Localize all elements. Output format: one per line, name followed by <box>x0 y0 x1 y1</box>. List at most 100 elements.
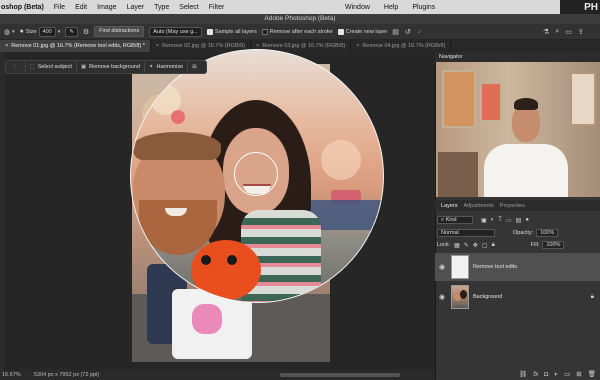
drag-handle-icon[interactable]: ⋮ <box>8 62 26 72</box>
opacity-input[interactable]: 100% <box>536 229 559 237</box>
filter-toggle-icon[interactable]: ● <box>525 217 529 223</box>
visibility-eye-icon[interactable]: ◉ <box>435 263 449 271</box>
remove-after-stroke-checkbox[interactable] <box>261 28 268 35</box>
more-options-icon[interactable]: ⊞ <box>188 62 204 72</box>
close-icon[interactable]: × <box>5 43 8 49</box>
tab-label: Remove 03.jpg @ 16.7% (RGB/8) <box>262 43 346 49</box>
horizontal-scrollbar[interactable] <box>280 373 400 377</box>
menu-bar: oshop (Beta) File Edit Image Layer Type … <box>0 0 600 14</box>
tab-label: Remove 02.jpg @ 16.7% (RGB/8) <box>162 43 246 49</box>
tool-preset-chevron-icon[interactable]: ▾ <box>12 29 15 35</box>
harmonize-label: Harmonize <box>156 64 184 70</box>
lock-image-icon[interactable]: ✎ <box>464 242 469 249</box>
link-layers-icon[interactable]: ⛓ <box>519 370 527 378</box>
create-new-layer-label: Create new layer <box>345 28 388 35</box>
layer-row-remove-tool-edits[interactable]: ◉ Remove tool edits <box>435 253 600 281</box>
lock-artboard-icon[interactable]: ▢ <box>482 242 488 249</box>
blend-mode-select[interactable]: Normal <box>437 229 495 237</box>
visibility-eye-icon[interactable]: ◉ <box>435 293 449 301</box>
filter-adjustment-icon[interactable]: ◐ <box>491 217 495 223</box>
close-icon[interactable]: × <box>356 43 359 49</box>
zoom-level[interactable]: 16.67% <box>0 372 30 378</box>
lock-label: Lock: <box>437 242 451 248</box>
menu-filter[interactable]: Filter <box>209 4 225 11</box>
flask-icon[interactable]: ⚗ <box>543 28 549 36</box>
navigator-tab[interactable]: Navigator <box>439 52 463 62</box>
lock-position-icon[interactable]: ✥ <box>473 242 478 249</box>
harmonize-button[interactable]: ✦ Harmonize <box>145 62 189 72</box>
fx-icon[interactable]: fx <box>533 371 538 378</box>
search-icon[interactable]: ⌕ <box>555 28 559 36</box>
tab-layers[interactable]: Layers <box>441 203 458 209</box>
new-group-icon[interactable]: ▭ <box>564 370 570 378</box>
menu-edit[interactable]: Edit <box>75 4 87 11</box>
layer-thumbnail <box>451 255 469 279</box>
filter-pixel-icon[interactable]: ▣ <box>481 217 487 224</box>
eraser-tool-icon[interactable]: ◍ <box>4 28 10 36</box>
fill-input[interactable]: 100% <box>542 241 565 249</box>
filter-type-icon[interactable]: T <box>498 217 502 223</box>
size-input[interactable]: 400 <box>38 26 56 37</box>
menu-window[interactable]: Window <box>345 4 370 11</box>
filter-shape-icon[interactable]: ▭ <box>506 217 512 224</box>
app-menu[interactable]: oshop (Beta) <box>0 4 44 11</box>
layer-name: Background <box>473 294 503 300</box>
opacity-label: Opacity: <box>513 230 534 236</box>
tools-strip <box>0 52 5 370</box>
select-subject-button[interactable]: ⬚ Select subject <box>26 62 77 72</box>
tab-adjustments[interactable]: Adjustments <box>464 203 494 209</box>
remove-background-label: Remove background <box>89 64 140 70</box>
brush-settings-button[interactable]: ✎ <box>65 26 78 37</box>
trash-icon[interactable]: 🗑︎ <box>588 370 596 378</box>
select-subject-label: Select subject <box>37 64 72 70</box>
menu-file[interactable]: File <box>54 4 65 11</box>
add-mask-icon[interactable]: ◘ <box>544 371 548 378</box>
layer-filter-select[interactable]: ⌕ Kind <box>437 216 473 224</box>
fill-label: Fill: <box>530 242 540 248</box>
menu-plugins[interactable]: Plugins <box>412 4 435 11</box>
harmonize-icon: ✦ <box>148 64 154 70</box>
navigator-preview[interactable] <box>436 62 600 197</box>
workspace-icon[interactable]: ▭ <box>565 28 572 36</box>
options-bar: ◍ ▾ ● Size 400 ▾ ✎ ⚙ Find distractions A… <box>0 24 600 40</box>
layer-name: Remove tool edits <box>473 264 518 270</box>
find-distractions-button[interactable]: Find distractions <box>94 26 145 37</box>
gear-icon[interactable]: ⚙ <box>83 28 89 36</box>
menu-select[interactable]: Select <box>179 4 198 11</box>
select-subject-icon: ⬚ <box>29 64 35 70</box>
lock-transparent-icon[interactable]: ▦ <box>454 242 460 249</box>
commit-check-icon[interactable]: ✓ <box>417 28 423 36</box>
filter-smart-object-icon[interactable]: ▤ <box>516 217 522 224</box>
layer-row-background[interactable]: ◉ Background 🔒︎ <box>435 283 600 311</box>
menu-type[interactable]: Type <box>154 4 169 11</box>
document-dimensions[interactable]: 5304 px x 7952 px (72 ppi) <box>30 372 99 378</box>
lock-fill-row: Lock: ▦ ✎ ✥ ▢ 🔒︎ Fill: 100% <box>437 240 598 250</box>
size-label: Size <box>25 28 37 35</box>
menu-help[interactable]: Help <box>384 4 398 11</box>
menu-image[interactable]: Image <box>97 4 116 11</box>
mode-select[interactable]: Auto (May use g... <box>149 26 202 37</box>
sample-all-layers-label: Sample all layers <box>214 28 257 35</box>
new-layer-icon[interactable]: ⊞ <box>576 370 581 378</box>
lock-icon[interactable]: 🔒︎ <box>591 294 594 301</box>
create-new-layer-checkbox[interactable] <box>337 28 344 35</box>
sample-all-layers-checkbox[interactable] <box>206 28 213 35</box>
share-icon[interactable]: ⇪ <box>578 28 584 36</box>
undo-icon[interactable]: ↺ <box>405 28 411 36</box>
new-adjustment-icon[interactable]: ◐ <box>554 371 558 378</box>
close-icon[interactable]: × <box>156 43 159 49</box>
window-title: Adobe Photoshop (Beta) <box>0 14 600 24</box>
layer-filter-label: Kind <box>445 217 457 223</box>
comment-icon[interactable]: ▤ <box>392 28 399 36</box>
corner-overlay-text: PH <box>560 0 600 14</box>
brush-preview-icon[interactable]: ● <box>20 28 24 35</box>
menu-layer[interactable]: Layer <box>127 4 145 11</box>
lock-all-icon[interactable]: 🔒︎ <box>492 242 495 249</box>
contextual-task-bar: ⋮ ⬚ Select subject ▣ Remove background ✦… <box>5 60 207 74</box>
size-chevron-icon[interactable]: ▾ <box>58 29 61 35</box>
layers-panel-footer: ⛓ fx ◘ ◐ ▭ ⊞ 🗑︎ <box>435 368 600 380</box>
brush-cursor <box>234 152 278 196</box>
remove-background-button[interactable]: ▣ Remove background <box>77 62 145 72</box>
tab-properties[interactable]: Properties <box>500 203 525 209</box>
tab-remove-01[interactable]: × Remove 01.jpg @ 16.7% (Remove tool edit… <box>0 40 151 52</box>
